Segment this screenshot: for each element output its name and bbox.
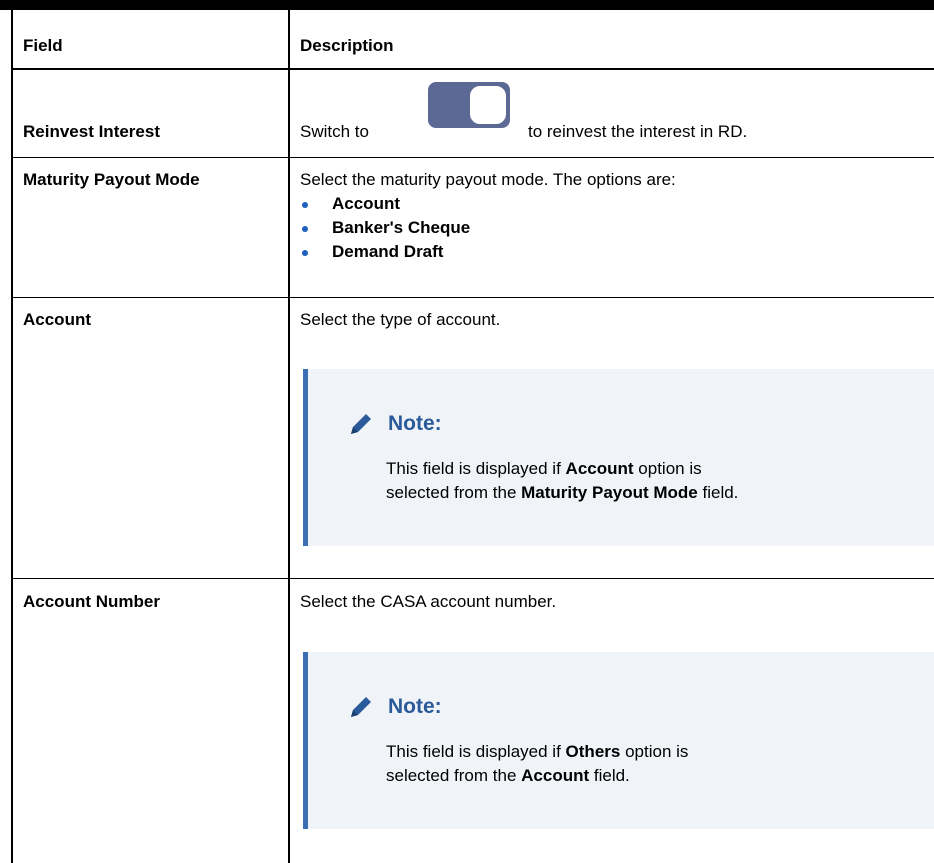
description-text: Select the maturity payout mode. The opt… xyxy=(300,170,676,189)
note-title: Note: xyxy=(388,695,442,718)
description-text: to reinvest the interest in RD. xyxy=(528,122,748,141)
pencil-icon xyxy=(351,414,371,434)
description-text: Select the CASA account number. xyxy=(300,592,557,611)
description-text: Select the type of account. xyxy=(300,310,501,329)
note-title: Note: xyxy=(388,412,442,435)
note-text: This field is displayed if Account optio… xyxy=(386,459,739,502)
note-text: This field is displayed if Others option… xyxy=(386,742,689,785)
bullet-icon xyxy=(302,226,308,232)
option-label: Demand Draft xyxy=(332,242,444,261)
header-rule xyxy=(0,0,934,10)
pencil-icon xyxy=(351,697,371,717)
note-header: Note: xyxy=(346,409,442,439)
field-name: Maturity Payout Mode xyxy=(23,170,200,189)
field-name: Account xyxy=(23,310,91,329)
option-label: Banker's Cheque xyxy=(332,218,471,237)
header-row-divider xyxy=(11,68,934,70)
column-header-field: Field xyxy=(23,36,63,55)
field-name: Account Number xyxy=(23,592,160,611)
note-header: Note: xyxy=(346,692,442,722)
row-divider xyxy=(11,578,934,579)
description-text: Switch to xyxy=(300,122,369,141)
list-item: Banker's Cheque xyxy=(300,216,470,240)
column-header-description: Description xyxy=(300,36,394,55)
bullet-icon xyxy=(302,202,308,208)
toggle-switch-icon xyxy=(428,82,510,128)
list-item: Demand Draft xyxy=(300,240,470,264)
row-divider xyxy=(11,297,934,298)
bullet-icon xyxy=(302,250,308,256)
table-left-border xyxy=(11,10,13,863)
list-item: Account xyxy=(300,192,470,216)
row-divider xyxy=(11,157,934,158)
note-box: Note: This field is displayed if Account… xyxy=(303,369,934,546)
option-label: Account xyxy=(332,194,400,213)
option-list: Account Banker's Cheque Demand Draft xyxy=(300,192,470,264)
table-column-divider xyxy=(288,10,290,863)
toggle-knob xyxy=(468,84,508,126)
field-name: Reinvest Interest xyxy=(23,122,160,141)
note-box: Note: This field is displayed if Others … xyxy=(303,652,934,829)
